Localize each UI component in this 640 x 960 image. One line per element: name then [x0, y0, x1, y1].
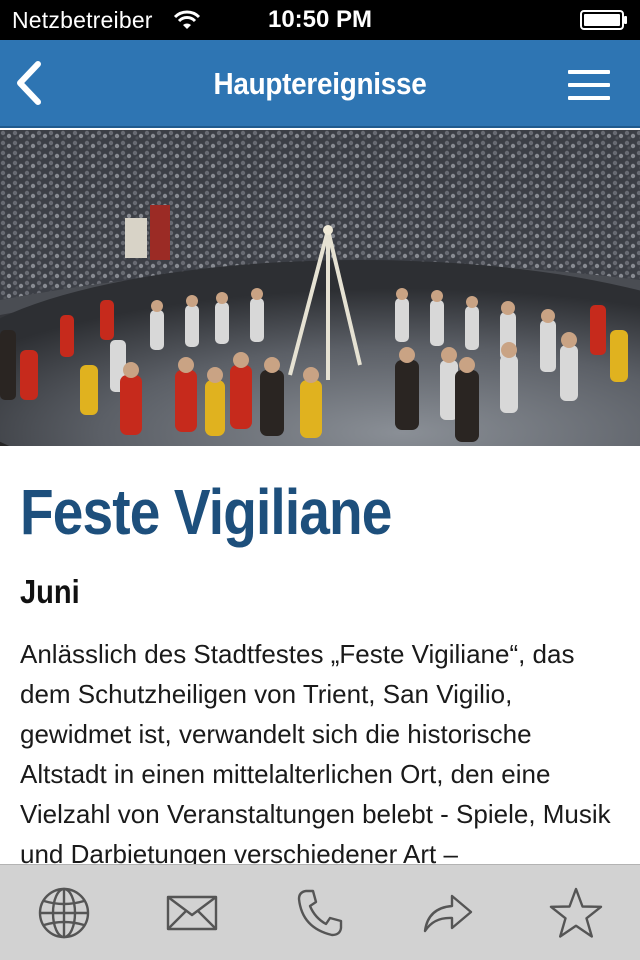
share-icon	[423, 894, 473, 932]
star-icon	[549, 887, 603, 938]
battery-icon	[580, 10, 627, 30]
globe-icon	[38, 887, 90, 938]
navigation-bar: Hauptereignisse	[0, 40, 640, 128]
festival-image	[0, 130, 640, 446]
status-bar: Netzbetreiber 10:50 PM	[0, 0, 640, 40]
call-button[interactable]	[256, 865, 384, 960]
event-photo	[0, 130, 640, 446]
event-description: Anlässlich des Stadtfestes „Feste Vigili…	[20, 639, 611, 864]
event-title: Feste Vigiliane	[20, 476, 392, 548]
share-button[interactable]	[384, 865, 512, 960]
page-title: Hauptereignisse	[213, 66, 427, 101]
clock-time: 10:50 PM	[267, 6, 373, 33]
website-button[interactable]	[0, 865, 128, 960]
chevron-left-icon[interactable]	[12, 60, 48, 106]
email-button[interactable]	[128, 865, 256, 960]
bottom-toolbar	[0, 864, 640, 960]
mail-icon	[166, 895, 218, 930]
favorite-button[interactable]	[512, 865, 640, 960]
hamburger-menu-icon[interactable]	[568, 70, 610, 100]
article-content: Feste Vigiliane Juni Anlässlich des Stad…	[20, 474, 620, 864]
event-date: Juni	[20, 573, 80, 610]
phone-icon	[297, 889, 343, 936]
